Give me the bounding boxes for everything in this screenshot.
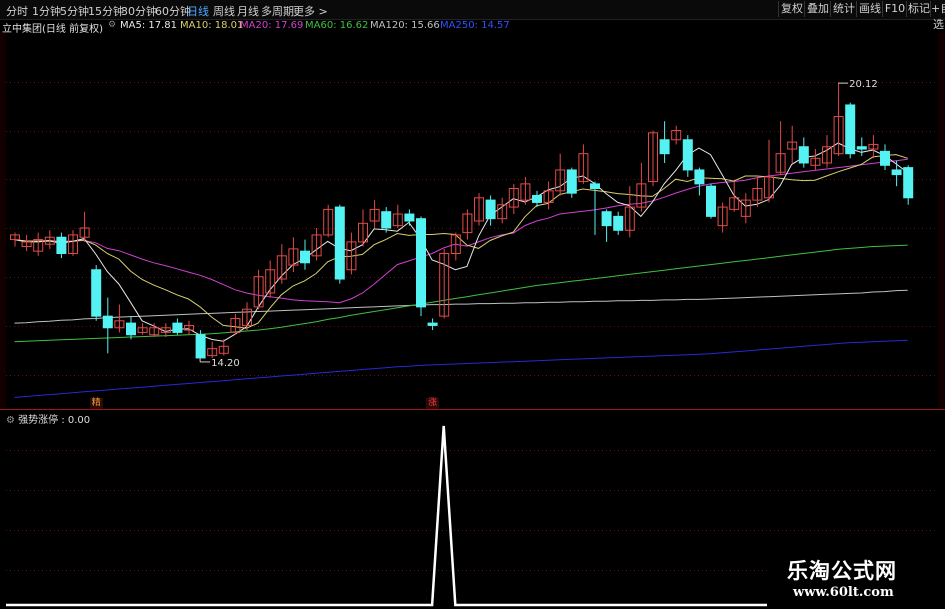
timeframe-3[interactable]: 15分钟 (88, 3, 124, 19)
ma5-line (14, 142, 909, 342)
timeframe-8[interactable]: 月线 (237, 3, 259, 19)
timeframe-2[interactable]: 5分钟 (60, 3, 89, 19)
toolbar-button-5[interactable]: 标记 (906, 1, 931, 17)
low-price-label: 14.20 (211, 358, 240, 369)
candle-body (880, 150, 890, 166)
candle-body (91, 269, 102, 317)
ma250-value: MA250: 14.57 (440, 20, 510, 31)
candle-body (694, 169, 705, 185)
candle-body (856, 146, 867, 150)
settings-gear-icon[interactable]: ⚙ (108, 20, 116, 30)
candle-body (532, 194, 542, 203)
candle-body (706, 185, 716, 217)
toolbar-button-6[interactable]: +自选 (930, 1, 945, 31)
candle-body (613, 215, 624, 231)
candle-body (427, 322, 438, 326)
ma120-line (14, 289, 908, 324)
candle-body (195, 334, 206, 359)
candle-body (404, 213, 415, 222)
watermark-url: www.60lt.com (793, 585, 894, 600)
ma60-value: MA60: 16.62 (305, 20, 369, 31)
ma120-value: MA120: 15.66 (370, 20, 440, 31)
timeframe-10[interactable]: 更多 > (293, 3, 328, 19)
candlestick-chart[interactable]: 20.12 14.20 (0, 33, 945, 409)
ma-info-bar: 立中集团(日线 前复权) ⚙ MA5: 17.81 MA10: 18.01 MA… (0, 19, 945, 35)
ma5-value: MA5: 17.81 (120, 20, 178, 31)
indicator-title: ⚙ 强势涨停 : 0.00 (6, 411, 90, 426)
timeframe-6[interactable]: 日线 (187, 3, 209, 19)
candle-body (300, 250, 310, 264)
candle-body (798, 146, 809, 164)
timeframe-7[interactable]: 周线 (213, 3, 235, 19)
toolbar-button-2[interactable]: 统计 (830, 1, 857, 17)
candle-body (381, 211, 392, 229)
ma250-line (14, 339, 908, 398)
period-toolbar: 分时 1分钟 5分钟 15分钟 30分钟 60分钟 日线 周线 月线 多周期 更多 > 复权 叠加 统计画… (0, 0, 945, 31)
timeframe-0[interactable]: 分时 (6, 3, 28, 19)
candle-body (601, 211, 612, 227)
candle-body (334, 206, 345, 280)
timeframe-1[interactable]: 1分钟 (32, 3, 61, 19)
toolbar-button-1[interactable]: 叠加 (804, 1, 831, 17)
watermark-title: 乐淘公式网 (787, 558, 897, 583)
timeframe-4[interactable]: 30分钟 (121, 3, 157, 19)
ma10-value: MA10: 18.01 (180, 20, 244, 31)
toolbar-button-4[interactable]: F10 (882, 1, 907, 17)
candle-body (682, 139, 693, 171)
candle-body (903, 167, 914, 199)
high-price-label: 20.12 (849, 79, 878, 90)
timeframe-5[interactable]: 60分钟 (155, 3, 191, 19)
signal-marker: 精 (89, 398, 103, 409)
signal-marker: 涨 (426, 398, 440, 409)
toolbar-button-3[interactable]: 画线 (856, 1, 883, 17)
ma20-value: MA20: 17.69 (240, 20, 304, 31)
candle-body (891, 169, 902, 176)
candle-body (485, 199, 496, 220)
timeframe-9[interactable]: 多周期 (261, 3, 294, 19)
candle-body (172, 322, 183, 333)
indicator-gear-icon[interactable]: ⚙ (6, 415, 15, 426)
candle-body (566, 169, 577, 194)
toolbar-button-0[interactable]: 复权 (778, 1, 805, 17)
candle-body (126, 322, 136, 336)
candle-body (845, 104, 856, 155)
candle-body (590, 183, 600, 190)
indicator-title-text: 强势涨停 : 0.00 (18, 415, 91, 426)
candle-body (659, 139, 670, 155)
ma60-line (14, 244, 908, 343)
candle-body (416, 218, 426, 308)
candle-body (102, 315, 113, 329)
candle-body (56, 236, 67, 254)
